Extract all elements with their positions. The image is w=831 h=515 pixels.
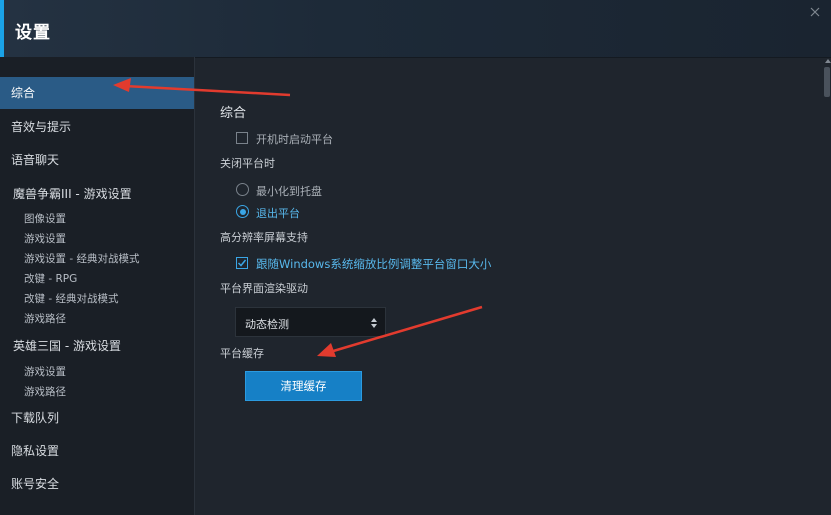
- sidebar-sub-keybind-classic[interactable]: 改键 - 经典对战模式: [0, 289, 194, 309]
- sidebar-sub-graphics[interactable]: 图像设置: [0, 209, 194, 229]
- title-bar: 设置: [0, 0, 831, 58]
- exit-platform-label[interactable]: 退出平台: [256, 205, 300, 221]
- sidebar-sub-game-path-2[interactable]: 游戏路径: [0, 382, 194, 402]
- clear-cache-button[interactable]: 清理缓存: [245, 371, 362, 401]
- sidebar-sub-game-settings-2[interactable]: 游戏设置: [0, 362, 194, 382]
- on-close-label: 关闭平台时: [220, 157, 275, 170]
- sidebar-sub-game-settings[interactable]: 游戏设置: [0, 229, 194, 249]
- sidebar-item-download-queue[interactable]: 下载队列: [0, 402, 194, 434]
- render-driver-label: 平台界面渲染驱动: [220, 282, 308, 295]
- settings-sidebar: 综合 音效与提示 语音聊天 魔兽争霸III - 游戏设置 图像设置 游戏设置 游…: [0, 57, 195, 515]
- section-title: 综合: [220, 106, 247, 121]
- title-accent-bar: [0, 0, 4, 57]
- sidebar-item-sound[interactable]: 音效与提示: [0, 111, 194, 143]
- sidebar-item-privacy[interactable]: 隐私设置: [0, 435, 194, 467]
- render-driver-value: 动态检测: [245, 318, 289, 331]
- minimize-to-tray-label[interactable]: 最小化到托盘: [256, 183, 322, 199]
- follow-scaling-checkbox[interactable]: [236, 257, 248, 269]
- checkmark-icon: [237, 259, 247, 267]
- sidebar-group-heroes-three-kingdoms[interactable]: 英雄三国 - 游戏设置: [0, 333, 194, 359]
- close-button[interactable]: [809, 6, 821, 18]
- startup-checkbox[interactable]: [236, 132, 248, 144]
- close-icon: [810, 7, 820, 17]
- radio-exit-platform[interactable]: [236, 205, 249, 218]
- sidebar-sub-game-settings-classic[interactable]: 游戏设置 - 经典对战模式: [0, 249, 194, 269]
- sidebar-item-voice-chat[interactable]: 语音聊天: [0, 144, 194, 176]
- radio-minimize-to-tray[interactable]: [236, 183, 249, 196]
- sidebar-group-warcraft3[interactable]: 魔兽争霸III - 游戏设置: [0, 181, 194, 207]
- select-arrows-icon: [371, 318, 377, 328]
- window-title: 设置: [15, 23, 51, 43]
- render-driver-select[interactable]: 动态检测: [235, 307, 386, 337]
- hidpi-label: 高分辨率屏幕支持: [220, 231, 308, 244]
- follow-scaling-label[interactable]: 跟随Windows系统缩放比例调整平台窗口大小: [256, 256, 491, 272]
- sidebar-item-general[interactable]: 综合: [0, 77, 194, 109]
- sidebar-sub-keybind-rpg[interactable]: 改键 - RPG: [0, 269, 194, 289]
- scrollbar-thumb[interactable]: [824, 67, 830, 97]
- radio-dot: [239, 208, 246, 215]
- settings-content: 综合 开机时启动平台 关闭平台时 最小化到托盘 退出平台 高分辨率屏幕支持 跟随…: [195, 57, 831, 515]
- scroll-up-icon[interactable]: [825, 59, 831, 63]
- sidebar-sub-game-path[interactable]: 游戏路径: [0, 309, 194, 329]
- scrollbar[interactable]: [822, 57, 831, 515]
- cache-label: 平台缓存: [220, 347, 264, 360]
- startup-label[interactable]: 开机时启动平台: [256, 131, 333, 147]
- sidebar-item-account-security[interactable]: 账号安全: [0, 468, 194, 500]
